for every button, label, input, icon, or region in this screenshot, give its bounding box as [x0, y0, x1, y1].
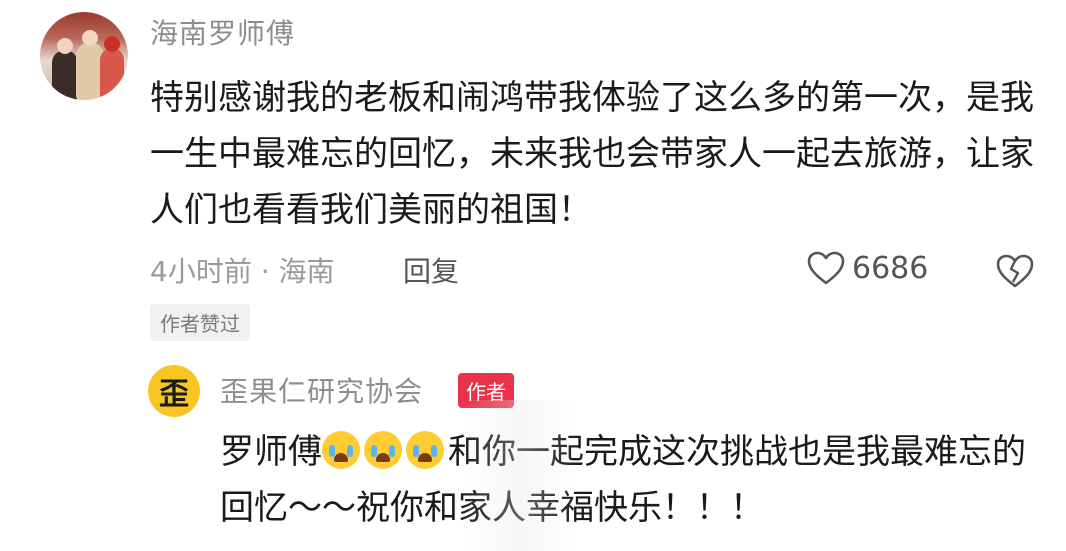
- commenter-avatar[interactable]: [40, 12, 128, 100]
- avatar-figure: [52, 50, 78, 100]
- crying-emoji-icon: [406, 431, 444, 469]
- author-liked-tag: 作者赞过: [150, 304, 250, 341]
- comment-text: 特别感谢我的老板和闹鸿带我体验了这么多的第一次，是我一生中最难忘的回忆，未来我也…: [150, 78, 1034, 230]
- reply-text-prefix: 罗师傅: [220, 432, 322, 472]
- reply-text: 罗师傅 和你一起完成这次挑战也是我最难忘的回忆～～祝你和家人幸福快乐！！！: [220, 424, 1040, 536]
- commenter-username[interactable]: 海南罗师傅: [150, 12, 295, 52]
- crying-emoji-icon: [322, 431, 360, 469]
- like-count: 6686: [852, 250, 929, 286]
- crying-emoji-icon: [364, 431, 402, 469]
- reply-username[interactable]: 歪果仁研究协会: [220, 370, 423, 410]
- avatar-head: [82, 30, 98, 46]
- dislike-button[interactable]: [994, 252, 1036, 294]
- avatar-figure: [100, 48, 124, 100]
- comment-meta: 4小时前 · 海南: [150, 255, 335, 288]
- reply-avatar[interactable]: 歪: [148, 365, 200, 417]
- avatar-head: [57, 38, 73, 54]
- avatar-head: [104, 36, 120, 52]
- like-button[interactable]: 6686: [806, 250, 928, 286]
- broken-heart-icon: [996, 254, 1034, 288]
- heart-icon: [807, 251, 845, 285]
- reply-button[interactable]: 回复: [403, 250, 459, 290]
- video-overlay-blur: [460, 400, 580, 551]
